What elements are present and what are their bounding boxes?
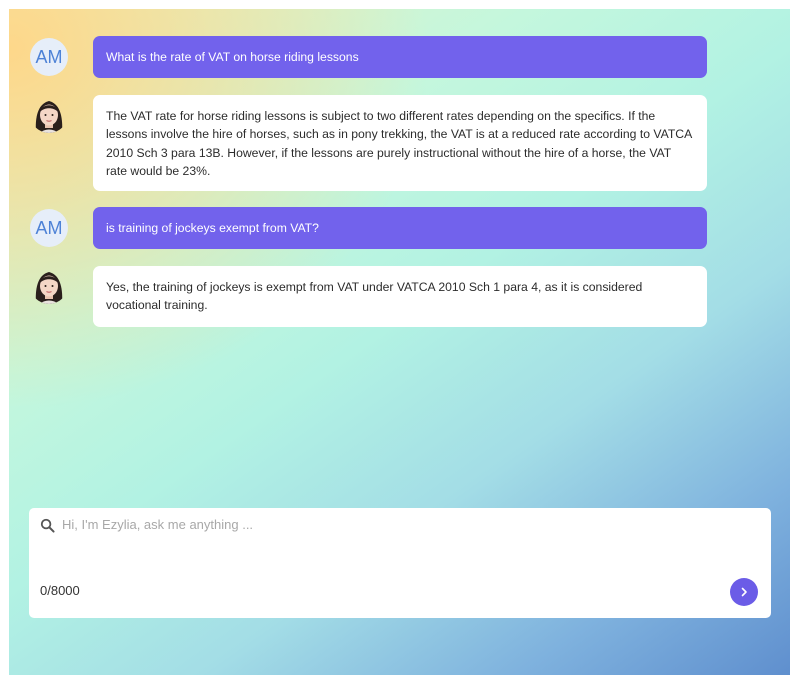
- assistant-avatar-icon: [30, 266, 68, 304]
- user-avatar-initials: AM: [35, 217, 63, 238]
- chat-message-assistant: The VAT rate for horse riding lessons is…: [9, 95, 790, 191]
- chat-background: AM What is the rate of VAT on horse ridi…: [9, 9, 790, 675]
- character-counter: 0/8000: [40, 583, 80, 598]
- user-avatar: AM: [30, 38, 68, 76]
- assistant-message-bubble: Yes, the training of jockeys is exempt f…: [93, 266, 707, 327]
- message-text: is training of jockeys exempt from VAT?: [106, 221, 319, 235]
- user-avatar-initials: AM: [35, 46, 63, 67]
- user-message-bubble: What is the rate of VAT on horse riding …: [93, 36, 707, 78]
- chevron-right-icon: [741, 587, 747, 597]
- chat-message-user: AM is training of jockeys exempt from VA…: [9, 207, 790, 251]
- chat-input-placeholder[interactable]: Hi, I'm Ezylia, ask me anything ...: [62, 517, 253, 532]
- message-text: Yes, the training of jockeys is exempt f…: [106, 280, 643, 313]
- chat-input-box[interactable]: Hi, I'm Ezylia, ask me anything ... 0/80…: [29, 508, 771, 618]
- send-button[interactable]: [730, 578, 758, 606]
- chat-message-assistant: Yes, the training of jockeys is exempt f…: [9, 266, 790, 328]
- message-text: What is the rate of VAT on horse riding …: [106, 50, 359, 64]
- assistant-avatar-icon: [30, 95, 68, 133]
- assistant-message-bubble: The VAT rate for horse riding lessons is…: [93, 95, 707, 191]
- message-text: The VAT rate for horse riding lessons is…: [106, 109, 692, 178]
- chat-message-user: AM What is the rate of VAT on horse ridi…: [9, 36, 790, 80]
- user-message-bubble: is training of jockeys exempt from VAT?: [93, 207, 707, 249]
- user-avatar: AM: [30, 209, 68, 247]
- search-icon: [40, 518, 55, 533]
